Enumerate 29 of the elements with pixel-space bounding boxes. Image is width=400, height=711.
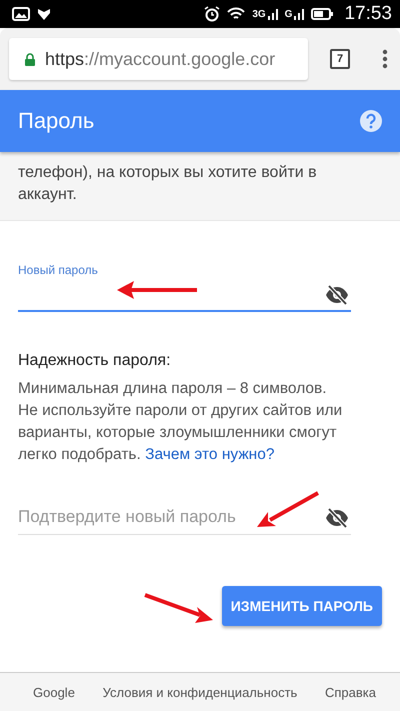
alarm-icon — [204, 6, 220, 22]
network-label: G — [284, 8, 292, 20]
footer-link[interactable]: Справка — [325, 684, 376, 700]
lock-icon — [25, 52, 35, 66]
clock: 17:53 — [344, 3, 392, 25]
why-link[interactable]: Зачем это нужно? — [145, 446, 274, 463]
tab-switcher-button[interactable]: 7 — [330, 49, 350, 69]
strength-text: Минимальная длина пароля – 8 символов. Не используйте пароли от других сайтов или варианты, которые злоумышленники смогут легко подобрать. Зачем это нужно? — [18, 379, 343, 465]
change-password-button[interactable]: ИЗМЕНИТЬ ПАРОЛЬ — [222, 586, 382, 626]
eye-off-icon[interactable] — [325, 285, 349, 305]
network-label: 3G — [252, 8, 266, 20]
intro-text: телефон), на которых вы хотите войти в аккаунт. — [18, 163, 318, 205]
image-icon — [12, 7, 30, 21]
help-icon[interactable] — [360, 110, 382, 132]
signal-icon — [294, 8, 304, 20]
url-text: https://myaccount.google.cor — [45, 48, 276, 70]
strength-title: Надежность пароля: — [18, 352, 172, 370]
battery-icon — [311, 8, 334, 20]
page-title: Пароль — [18, 108, 94, 134]
field-label: Новый пароль — [18, 263, 99, 277]
address-bar[interactable]: https://myaccount.google.cor — [9, 38, 308, 80]
eye-off-icon[interactable] — [325, 508, 349, 528]
footer-link[interactable]: Условия и конфиденциальность — [102, 684, 298, 700]
annotation-arrow — [257, 491, 319, 527]
annotation-arrow — [144, 593, 213, 623]
footer-link[interactable]: Google — [33, 684, 75, 700]
more-menu-icon[interactable] — [382, 49, 388, 69]
wifi-icon — [227, 7, 246, 21]
signal-icon — [268, 8, 278, 20]
